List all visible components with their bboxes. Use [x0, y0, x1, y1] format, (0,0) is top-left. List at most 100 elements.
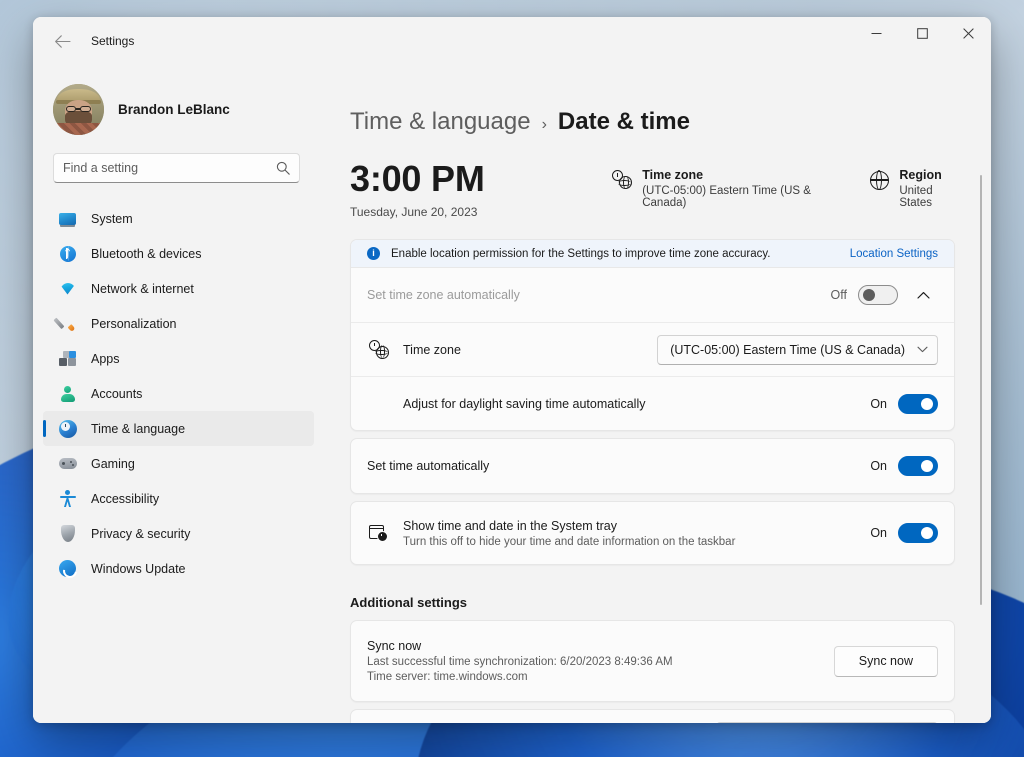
show-time-date-tray-toggle[interactable] — [898, 523, 938, 543]
set-timezone-automatically-toggle[interactable] — [858, 285, 898, 305]
timezone-summary: Time zone (UTC-05:00) Eastern Time (US &… — [610, 168, 825, 209]
sidebar-item-label: Network & internet — [91, 281, 194, 296]
row-sublabel: Turn this off to hide your time and date… — [403, 535, 736, 548]
toggle-state-text: On — [870, 396, 887, 411]
additional-settings-title: Additional settings — [350, 595, 467, 610]
timezone-summary-value: (UTC-05:00) Eastern Time (US & Canada) — [642, 185, 811, 209]
caption-buttons — [853, 17, 991, 65]
apps-grid-icon — [57, 348, 78, 369]
row-label: Set time automatically — [367, 459, 490, 473]
row-adjust-daylight-saving[interactable]: Adjust for daylight saving time automati… — [351, 376, 954, 430]
row-sync-now: Sync now Last successful time synchroniz… — [351, 621, 954, 701]
clock-block: 3:00 PM Tuesday, June 20, 2023 — [350, 161, 610, 220]
minimize-button[interactable] — [853, 17, 899, 49]
sidebar-item-network-internet[interactable]: Network & internet — [43, 271, 314, 306]
avatar[interactable] — [53, 83, 104, 135]
sidebar-item-system[interactable]: System — [43, 201, 314, 236]
sidebar-item-accounts[interactable]: Accounts — [43, 376, 314, 411]
back-button[interactable] — [45, 25, 79, 57]
region-summary: Region United States — [867, 168, 955, 209]
time-zone-dropdown-value: (UTC-05:00) Eastern Time (US & Canada) — [670, 342, 905, 357]
accessibility-icon — [57, 488, 78, 509]
location-settings-link[interactable]: Location Settings — [850, 248, 938, 260]
additional-calendars-dropdown[interactable]: Don't show additional calendars — [715, 722, 938, 723]
gamepad-icon — [57, 453, 78, 474]
timezone-summary-title: Time zone — [642, 168, 704, 182]
timezone-settings-card: i Enable location permission for the Set… — [350, 239, 955, 431]
clock-globe-icon — [57, 418, 78, 439]
region-summary-title: Region — [899, 168, 942, 182]
search-box[interactable] — [53, 153, 300, 183]
sidebar: Brandon LeBlanc System — [33, 65, 320, 723]
minimize-icon — [871, 32, 881, 34]
sidebar-item-time-language[interactable]: Time & language — [43, 411, 314, 446]
bluetooth-icon: ᛏ — [57, 243, 78, 264]
clock-globe-icon — [610, 168, 634, 192]
globe-icon — [867, 168, 891, 192]
settings-window: Settings Brandon LeBlanc Find a setting … — [33, 17, 991, 723]
clock-summary-row: 3:00 PM Tuesday, June 20, 2023 Time zone… — [350, 161, 955, 220]
sidebar-item-apps[interactable]: Apps — [43, 341, 314, 376]
account-name: Brandon LeBlanc — [118, 101, 230, 117]
row-show-time-date-system-tray[interactable]: Show time and date in the System tray Tu… — [351, 502, 954, 564]
maximize-icon — [916, 27, 928, 39]
wifi-icon — [57, 278, 78, 299]
content-scroll-area: Time & language › Date & time 3:00 PM Tu… — [350, 108, 991, 723]
location-permission-banner: i Enable location permission for the Set… — [351, 240, 954, 268]
sidebar-item-label: Time & language — [91, 421, 186, 436]
close-button[interactable] — [945, 17, 991, 49]
sidebar-item-label: Windows Update — [91, 561, 186, 576]
row-label: Time zone — [403, 342, 461, 357]
row-set-time-automatically[interactable]: Set time automatically On — [351, 439, 954, 493]
shield-icon — [57, 523, 78, 544]
desktop-background: Settings Brandon LeBlanc Find a setting … — [0, 0, 1024, 757]
row-set-timezone-automatically[interactable]: Set time zone automatically Off — [351, 268, 954, 322]
row-label: Set time zone automatically — [367, 288, 520, 302]
sidebar-nav: System ᛏ Bluetooth & devices Network & i… — [33, 201, 320, 723]
system-tray-card: Show time and date in the System tray Tu… — [350, 501, 955, 565]
toggle-state-text: Off — [830, 288, 847, 302]
sidebar-item-label: System — [91, 211, 133, 226]
sync-now-button[interactable]: Sync now — [833, 645, 938, 677]
sidebar-item-gaming[interactable]: Gaming — [43, 446, 314, 481]
clock-globe-icon — [367, 338, 391, 362]
sidebar-item-bluetooth-devices[interactable]: ᛏ Bluetooth & devices — [43, 236, 314, 271]
breadcrumb-parent[interactable]: Time & language — [350, 108, 531, 136]
sidebar-item-accessibility[interactable]: Accessibility — [43, 481, 314, 516]
breadcrumb-separator-icon: › — [541, 116, 547, 133]
sidebar-item-label: Gaming — [91, 456, 135, 471]
row-label: Show time and date in the System tray — [403, 518, 617, 533]
chevron-down-icon — [917, 346, 928, 353]
daylight-saving-toggle[interactable] — [898, 393, 938, 414]
current-date: Tuesday, June 20, 2023 — [350, 205, 478, 219]
banner-text: Enable location permission for the Setti… — [391, 247, 771, 260]
back-arrow-icon — [54, 34, 71, 48]
breadcrumb: Time & language › Date & time — [350, 108, 955, 136]
maximize-button[interactable] — [899, 17, 945, 49]
toggle-state-text: On — [870, 459, 887, 473]
account-block[interactable]: Brandon LeBlanc — [33, 65, 320, 141]
row-time-zone[interactable]: Time zone (UTC-05:00) Eastern Time (US &… — [351, 322, 954, 376]
vertical-scrollbar[interactable] — [980, 175, 982, 605]
search-input[interactable] — [63, 161, 276, 175]
set-time-automatically-card: Set time automatically On — [350, 438, 955, 494]
sync-now-label: Sync now — [367, 639, 422, 653]
row-show-additional-calendars[interactable]: Show additional calendars in the taskbar… — [351, 710, 954, 723]
page-title: Date & time — [557, 108, 690, 135]
sidebar-item-personalization[interactable]: Personalization — [43, 306, 314, 341]
sync-now-card: Sync now Last successful time synchroniz… — [350, 620, 955, 702]
calendar-clock-icon — [367, 521, 391, 545]
set-time-automatically-toggle[interactable] — [898, 456, 938, 476]
sidebar-item-label: Privacy & security — [91, 526, 191, 541]
sidebar-item-label: Accessibility — [91, 491, 160, 506]
person-icon — [57, 383, 78, 404]
sidebar-item-privacy-security[interactable]: Privacy & security — [43, 516, 314, 551]
sidebar-item-windows-update[interactable]: Windows Update — [43, 551, 314, 586]
search-icon — [276, 161, 290, 175]
main-content: Time & language › Date & time 3:00 PM Tu… — [320, 65, 991, 723]
title-bar: Settings — [33, 17, 991, 65]
last-sync-text: Last successful time synchronization: 6/… — [367, 656, 673, 668]
chevron-up-icon[interactable] — [908, 280, 938, 310]
sidebar-item-label: Personalization — [91, 316, 177, 331]
time-zone-dropdown[interactable]: (UTC-05:00) Eastern Time (US & Canada) — [657, 334, 938, 365]
